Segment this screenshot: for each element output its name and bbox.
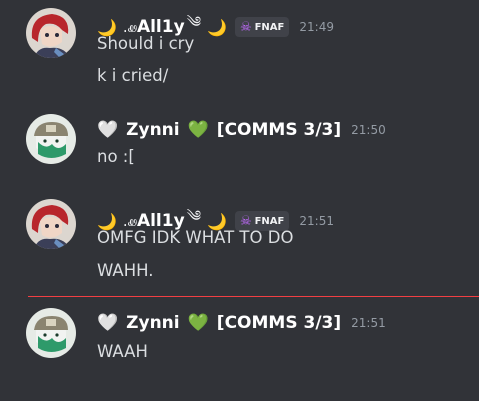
message-text: WAHH. <box>97 261 154 280</box>
skull-icon: ☠ <box>239 213 252 229</box>
timestamp[interactable]: 21:50 <box>351 123 386 137</box>
author-suffix: [COMMS 3/3] <box>216 313 342 333</box>
green-heart-icon: 💚 <box>187 313 209 333</box>
green-heart-icon: 💚 <box>187 120 209 140</box>
message-text: WAAH <box>97 342 148 361</box>
timestamp[interactable]: 21:51 <box>299 214 334 228</box>
avatar[interactable] <box>26 114 76 164</box>
message-text: k i cried/ <box>97 66 169 85</box>
author-suffix: [COMMS 3/3] <box>216 120 342 140</box>
white-heart-icon: 🤍 <box>97 313 119 333</box>
author-name[interactable]: Zynni <box>126 313 179 333</box>
server-tag[interactable]: ☠ FNAF <box>234 17 290 37</box>
message-text: no :[ <box>97 147 135 166</box>
timestamp[interactable]: 21:49 <box>299 20 334 34</box>
server-tag-label: FNAF <box>254 215 285 227</box>
moon-icon: 🌙 <box>207 17 227 37</box>
message-text: OMFG IDK WHAT TO DO <box>97 228 294 247</box>
avatar[interactable] <box>26 8 76 58</box>
avatar[interactable] <box>26 199 76 249</box>
timestamp[interactable]: 21:51 <box>351 316 386 330</box>
message-text: Should i cry <box>97 34 195 53</box>
new-messages-divider <box>28 296 479 297</box>
author-name[interactable]: Zynni <box>126 120 179 140</box>
message-header: 🤍 Zynni 💚 [COMMS 3/3] 21:50 <box>97 120 386 140</box>
avatar[interactable] <box>26 308 76 358</box>
skull-icon: ☠ <box>239 19 252 35</box>
white-heart-icon: 🤍 <box>97 120 119 140</box>
server-tag-label: FNAF <box>254 21 285 33</box>
message-header: 🤍 Zynni 💚 [COMMS 3/3] 21:51 <box>97 313 386 333</box>
